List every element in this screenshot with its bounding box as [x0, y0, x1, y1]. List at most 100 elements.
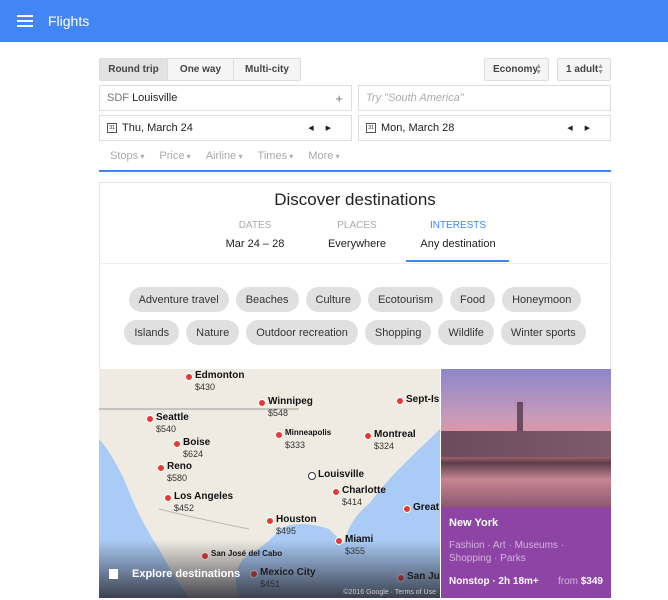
city-name: Seattle [156, 412, 189, 423]
interest-chips: Adventure travel Beaches Culture Ecotourism… [110, 287, 600, 345]
interest-chip[interactable]: Adventure travel [128, 287, 229, 312]
interest-chip[interactable]: Culture [305, 287, 361, 312]
city-name: Charlotte [342, 485, 386, 496]
tab-value: Any destination [420, 238, 496, 250]
divider [99, 263, 611, 264]
destinations-map[interactable]: Edmonton $430 Winnipeg $548 Sept-Is Seattle $5… [99, 369, 440, 598]
active-tab-indicator [406, 260, 509, 262]
explore-destinations-button[interactable]: Explore destinations [109, 568, 240, 580]
tab-label: PLACES [337, 220, 377, 231]
location-dot-icon [308, 472, 316, 480]
return-date-input[interactable]: 31 Mon, March 28 ◀▶ [358, 115, 611, 141]
app-header: Flights [0, 0, 668, 42]
city-name: Great [413, 502, 440, 513]
city-name: Edmonton [195, 370, 245, 381]
filter-times[interactable]: Times [258, 150, 294, 162]
location-dot-icon [403, 505, 411, 513]
round-trip-button[interactable]: Round trip [100, 59, 168, 80]
interest-chip[interactable]: Wildlife [438, 320, 494, 345]
app-title: Flights [48, 13, 90, 29]
origin-code: SDF [107, 92, 129, 104]
flight-info: Nonstop · 2h 18m+ [449, 576, 539, 587]
filter-price[interactable]: Price [159, 150, 190, 162]
updown-icon: ▲ ▼ [535, 63, 542, 76]
calendar-icon: 31 [366, 123, 376, 133]
depart-date: Thu, March 24 [122, 122, 193, 134]
location-dot-icon [157, 464, 165, 472]
city-name: Houston [276, 514, 317, 525]
calendar-icon: 31 [107, 123, 117, 133]
interest-chip[interactable]: Outdoor recreation [246, 320, 358, 345]
filter-bar: Stops Price Airline Times More [110, 150, 340, 162]
tab-value: Everywhere [327, 238, 387, 250]
passengers-select[interactable]: 1 adult ▲ ▼ [557, 58, 611, 81]
tab-label: DATES [238, 220, 272, 231]
city-price: $414 [342, 497, 363, 507]
city-name: Winnipeg [268, 396, 313, 407]
city-name: Minneapolis [285, 428, 332, 437]
location-dot-icon [396, 397, 404, 405]
filter-more[interactable]: More [308, 150, 339, 162]
explore-label: Explore destinations [132, 568, 241, 580]
plus-icon[interactable]: + [335, 91, 343, 106]
location-dot-icon [332, 488, 340, 496]
passengers-value: 1 adult [566, 64, 599, 75]
interest-chip[interactable]: Islands [124, 320, 180, 345]
location-dot-icon [266, 517, 274, 525]
location-dot-icon [173, 440, 181, 448]
city-name: Los Angeles [174, 491, 234, 502]
city-name: Reno [167, 461, 192, 472]
city-price: $495 [276, 526, 297, 536]
interest-chip[interactable]: Shopping [364, 320, 432, 345]
cabin-value: Economy [493, 64, 539, 75]
city-price: $624 [183, 449, 204, 459]
depart-date-input[interactable]: 31 Thu, March 24 ◀▶ [99, 115, 352, 141]
cabin-select[interactable]: Economy ▲ ▼ [484, 58, 549, 81]
city-price: $580 [167, 473, 188, 483]
tab-interests[interactable]: INTERESTS Any destination [406, 220, 510, 250]
city-price: $452 [174, 503, 195, 513]
interest-chip[interactable]: Beaches [235, 287, 299, 312]
origin-input[interactable]: SDF Louisville + [99, 85, 352, 111]
location-dot-icon [146, 415, 154, 423]
location-dot-icon [185, 373, 193, 381]
discover-title: Discover destinations [274, 190, 436, 209]
city-name: Sept-Is [406, 394, 440, 405]
price-info: from $349 [558, 576, 603, 587]
tab-places[interactable]: PLACES Everywhere [305, 220, 409, 250]
trip-type-selector: Round trip One way Multi-city [99, 58, 301, 81]
one-way-button[interactable]: One way [168, 59, 234, 80]
filter-stops[interactable]: Stops [110, 150, 144, 162]
hamburger-icon[interactable] [17, 15, 33, 27]
map-copyright[interactable]: ©2016 Google · Terms of Use [343, 589, 436, 596]
location-dot-icon [364, 432, 372, 440]
tab-label: INTERESTS [429, 220, 487, 231]
origin-city: Louisville [132, 92, 178, 104]
price: $349 [580, 576, 603, 587]
city-name: Boise [183, 437, 211, 448]
interest-chip[interactable]: Ecotourism [367, 287, 443, 312]
city-price: $333 [285, 440, 306, 450]
filter-airline[interactable]: Airline [206, 150, 243, 162]
from-label: from [557, 576, 578, 587]
location-dot-icon [164, 494, 172, 502]
city-name: Louisville [318, 469, 365, 480]
featured-destination-card[interactable]: New York Fashion · Art · Museums · Shopp… [441, 369, 611, 598]
new-york-photo [441, 369, 611, 507]
date-prev-next-icons[interactable]: ◀▶ [308, 124, 343, 132]
interest-chip[interactable]: Honeymoon [502, 287, 582, 312]
location-dot-icon [258, 399, 266, 407]
destination-name: New York [449, 517, 499, 529]
destination-input[interactable]: Try "South America" [358, 85, 611, 111]
interest-chip[interactable]: Food [450, 287, 496, 312]
city-name: Montreal [374, 429, 416, 440]
map-icon [109, 569, 118, 579]
city-price: $430 [195, 382, 216, 392]
interest-chip[interactable]: Winter sports [500, 320, 586, 345]
date-prev-next-icons[interactable]: ◀▶ [567, 124, 602, 132]
city-price: $540 [156, 424, 177, 434]
interest-chip[interactable]: Nature [186, 320, 240, 345]
tab-dates[interactable]: DATES Mar 24 – 28 [203, 220, 307, 250]
city-price: $324 [374, 441, 395, 451]
multi-city-button[interactable]: Multi-city [234, 59, 300, 80]
